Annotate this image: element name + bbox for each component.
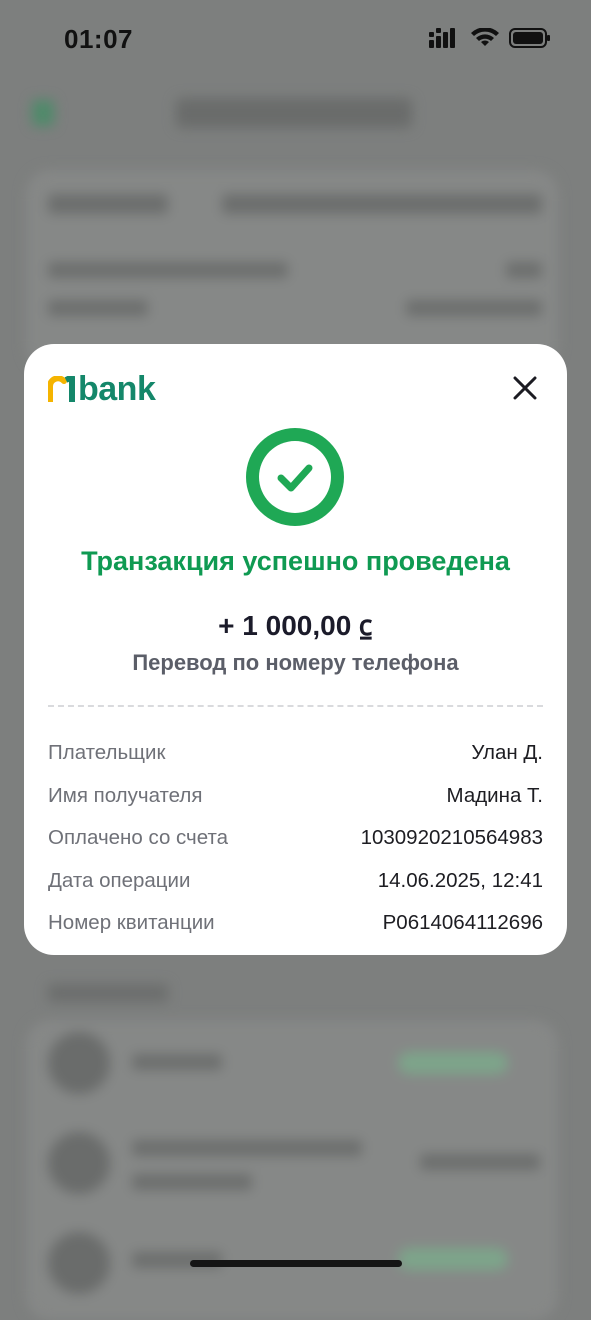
detail-label: Номер квитанции xyxy=(48,911,215,935)
detail-label: Плательщик xyxy=(48,741,166,765)
status-icons xyxy=(429,28,551,48)
dashed-divider xyxy=(48,705,543,707)
detail-row-receipt-number: Номер квитанции P0614064112696 xyxy=(48,902,543,945)
transaction-receipt-modal: bank Транзакция успешно проведена + 1 00… xyxy=(24,344,567,955)
success-check-icon xyxy=(246,428,344,526)
detail-row-payer: Плательщик Улан Д. xyxy=(48,732,543,775)
blurred-section-title xyxy=(48,984,168,1002)
close-icon[interactable] xyxy=(511,374,539,402)
transaction-amount: + 1 000,00 ⃀ xyxy=(218,610,373,641)
signal-icon xyxy=(429,28,455,48)
detail-value: Мадина Т. xyxy=(446,783,543,807)
detail-value: 1030920210564983 xyxy=(360,826,543,850)
detail-value: Улан Д. xyxy=(471,741,543,765)
back-icon xyxy=(32,100,54,126)
success-headline: Транзакция успешно проведена xyxy=(81,546,510,576)
detail-row-account: Оплачено со счета 1030920210564983 xyxy=(48,817,543,860)
blurred-summary-card xyxy=(26,170,558,370)
detail-value: P0614064112696 xyxy=(382,911,543,935)
transaction-type: Перевод по номеру телефона xyxy=(132,650,459,675)
wifi-icon xyxy=(471,28,499,46)
blurred-transaction-list xyxy=(26,1020,558,1320)
status-time: 01:07 xyxy=(64,24,133,54)
mbank-logo-mark xyxy=(48,376,75,402)
detail-label: Имя получателя xyxy=(48,783,203,807)
blurred-page-title xyxy=(176,98,412,128)
detail-value: 14.06.2025, 12:41 xyxy=(377,868,543,892)
detail-row-recipient: Имя получателя Мадина Т. xyxy=(48,775,543,818)
transaction-details: Плательщик Улан Д. Имя получателя Мадина… xyxy=(48,732,543,945)
detail-row-date: Дата операции 14.06.2025, 12:41 xyxy=(48,860,543,903)
detail-label: Дата операции xyxy=(48,868,191,892)
home-indicator[interactable] xyxy=(190,1260,402,1267)
detail-label: Оплачено со счета xyxy=(48,826,229,850)
status-bar: 01:07 xyxy=(0,0,591,80)
logo-text: bank xyxy=(78,370,156,408)
battery-icon xyxy=(509,28,550,48)
mbank-logo: bank xyxy=(48,370,156,408)
